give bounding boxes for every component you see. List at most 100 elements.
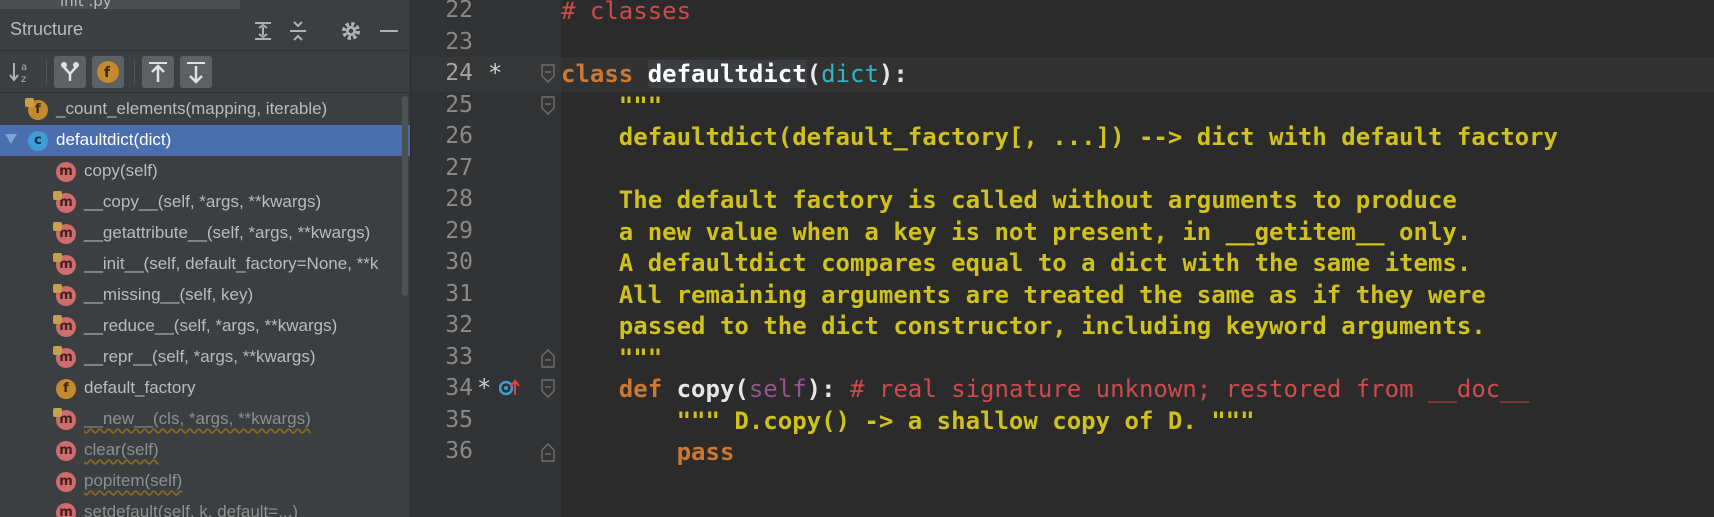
tree-item-field[interactable]: f default_factory bbox=[0, 373, 410, 404]
sort-alpha-icon: a z bbox=[9, 62, 27, 85]
class-icon: c bbox=[28, 131, 48, 151]
private-lock-icon bbox=[53, 346, 62, 355]
line-number: 30 bbox=[445, 249, 473, 275]
tree-item-method[interactable]: m __copy__(self, *args, **kwargs) bbox=[0, 187, 410, 218]
code-token: copy bbox=[676, 375, 735, 403]
toolbar-divider bbox=[134, 60, 135, 84]
collapse-all-icon[interactable] bbox=[285, 18, 311, 44]
code-text[interactable]: class defaultdict(dict): bbox=[561, 60, 908, 88]
line-number: 22 bbox=[445, 0, 473, 23]
code-line: 25 """ bbox=[411, 89, 1714, 124]
code-token: defaultdict bbox=[647, 60, 807, 88]
code-text[interactable]: passed to the dict constructor, includin… bbox=[561, 312, 1486, 340]
tree-item-label: __new__(cls, *args, **kwargs) bbox=[84, 409, 311, 428]
private-lock-icon bbox=[53, 284, 62, 293]
tree-item-method[interactable]: m __getattribute__(self, *args, **kwargs) bbox=[0, 218, 410, 249]
tree-item-method[interactable]: m __init__(self, default_factory=None, **… bbox=[0, 249, 410, 280]
code-line: 31 All remaining arguments are treated t… bbox=[411, 278, 1714, 313]
tree-item-method[interactable]: m setdefault(self, k, default=...) bbox=[0, 497, 410, 517]
private-lock-icon bbox=[53, 222, 62, 231]
navigate-up-button[interactable] bbox=[142, 56, 174, 88]
bookmark-marker[interactable]: * bbox=[477, 374, 491, 402]
line-number: 26 bbox=[445, 123, 473, 149]
code-token: ): bbox=[878, 60, 908, 88]
expand-all-icon[interactable] bbox=[250, 18, 276, 44]
tree-item-method[interactable]: m copy(self) bbox=[0, 156, 410, 187]
code-line: 30 A defaultdict compares equal to a dic… bbox=[411, 246, 1714, 281]
bookmark-marker[interactable]: * bbox=[488, 59, 502, 87]
svg-text:f: f bbox=[104, 65, 111, 81]
ide-window: init .py Structure a z f f _count_elemen… bbox=[0, 0, 1714, 517]
code-token: a new value when a key is not present, i… bbox=[561, 217, 1472, 246]
line-number: 35 bbox=[445, 406, 473, 433]
line-number: 28 bbox=[445, 186, 473, 212]
code-line: 24 * class defaultdict(dict): bbox=[411, 57, 1714, 92]
code-line: 23 bbox=[411, 26, 1714, 61]
tree-item-method[interactable]: m clear(self) bbox=[0, 435, 410, 466]
code-text[interactable]: All remaining arguments are treated the … bbox=[561, 281, 1486, 309]
sort-alpha-button[interactable]: a z bbox=[6, 56, 38, 88]
line-number: 33 bbox=[445, 343, 473, 370]
expand-arrow-icon[interactable] bbox=[5, 134, 17, 144]
code-text[interactable]: def copy(self): # real signature unknown… bbox=[561, 375, 1529, 403]
line-number: 24 bbox=[445, 60, 473, 86]
file-tab[interactable]: init .py bbox=[0, 0, 240, 10]
code-line: 35 """ D.copy() -> a shallow copy of D. … bbox=[411, 404, 1714, 439]
navigate-down-button[interactable] bbox=[180, 56, 212, 88]
tree-item-method[interactable]: m __repr__(self, *args, **kwargs) bbox=[0, 342, 410, 373]
tree-item-method[interactable]: m __reduce__(self, *args, **kwargs) bbox=[0, 311, 410, 342]
code-token: """ D.copy() -> a shallow copy of D. """ bbox=[561, 406, 1255, 435]
fold-marker-icon[interactable] bbox=[541, 442, 555, 462]
line-number: 36 bbox=[445, 438, 473, 464]
code-editor[interactable]: 22 # classes 23 24 * class defaultdict(dict):… bbox=[411, 0, 1714, 517]
tree-item-method[interactable]: m popitem(self) bbox=[0, 466, 410, 497]
tree-item-class[interactable]: c defaultdict(dict) bbox=[0, 125, 410, 156]
show-inherited-button[interactable] bbox=[54, 56, 86, 88]
tree-item-label: __copy__(self, *args, **kwargs) bbox=[84, 192, 322, 211]
private-lock-icon bbox=[25, 98, 34, 107]
code-token: passed to the dict constructor, includin… bbox=[561, 312, 1486, 340]
tree-item-label: _count_elements(mapping, iterable) bbox=[56, 99, 328, 118]
minimize-icon[interactable] bbox=[376, 18, 402, 44]
code-text[interactable]: """ bbox=[561, 92, 662, 120]
code-text[interactable]: A defaultdict compares equal to a dict w… bbox=[561, 249, 1472, 277]
code-token: ( bbox=[806, 60, 822, 88]
code-text[interactable]: The default factory is called without ar… bbox=[561, 186, 1457, 214]
line-number: 23 bbox=[445, 28, 473, 55]
navigate-up-icon bbox=[149, 62, 167, 82]
code-text[interactable]: """ bbox=[561, 344, 662, 372]
code-text[interactable]: """ D.copy() -> a shallow copy of D. """ bbox=[561, 407, 1255, 435]
tree-item-label: defaultdict(dict) bbox=[56, 130, 172, 149]
fold-marker-icon[interactable] bbox=[541, 348, 555, 368]
fold-marker-icon[interactable] bbox=[541, 379, 555, 399]
code-token: pass bbox=[561, 438, 735, 466]
code-line: 29 a new value when a key is not present… bbox=[411, 215, 1714, 250]
tree-scrollbar[interactable] bbox=[402, 96, 408, 296]
code-text[interactable]: pass bbox=[561, 438, 735, 466]
tree-item-label: copy(self) bbox=[84, 161, 158, 180]
code-line: 33 """ bbox=[411, 341, 1714, 376]
tree-item-label: __init__(self, default_factory=None, **k bbox=[84, 254, 379, 273]
tree-item-method[interactable]: m __missing__(self, key) bbox=[0, 280, 410, 311]
tree-item-field[interactable]: f _count_elements(mapping, iterable) bbox=[0, 94, 410, 125]
fold-marker-icon[interactable] bbox=[541, 95, 555, 116]
code-text[interactable]: defaultdict(default_factory[, ...]) --> … bbox=[561, 123, 1558, 151]
tree-item-label: __repr__(self, *args, **kwargs) bbox=[84, 347, 316, 366]
gear-icon[interactable] bbox=[338, 18, 364, 44]
fold-marker-icon[interactable] bbox=[541, 64, 555, 84]
code-token: class bbox=[561, 60, 648, 88]
code-token: All remaining arguments are treated the … bbox=[561, 280, 1486, 309]
tree-item-label: setdefault(self, k, default=...) bbox=[84, 502, 299, 517]
code-text[interactable]: # classes bbox=[561, 0, 691, 25]
panel-title: Structure bbox=[10, 19, 84, 39]
code-text[interactable]: a new value when a key is not present, i… bbox=[561, 217, 1472, 246]
tree-item-method[interactable]: m __new__(cls, *args, **kwargs) bbox=[0, 404, 410, 435]
code-token: A defaultdict compares equal to a dict w… bbox=[561, 249, 1472, 277]
function-icon: f bbox=[56, 379, 76, 399]
show-fields-button[interactable]: f bbox=[92, 56, 124, 88]
structure-toolbar: a z f bbox=[0, 52, 410, 93]
tree-item-label: __missing__(self, key) bbox=[84, 285, 254, 304]
show-fields-icon: f bbox=[97, 61, 119, 83]
overrides-method-icon[interactable] bbox=[499, 377, 521, 399]
line-number: 32 bbox=[445, 312, 473, 338]
